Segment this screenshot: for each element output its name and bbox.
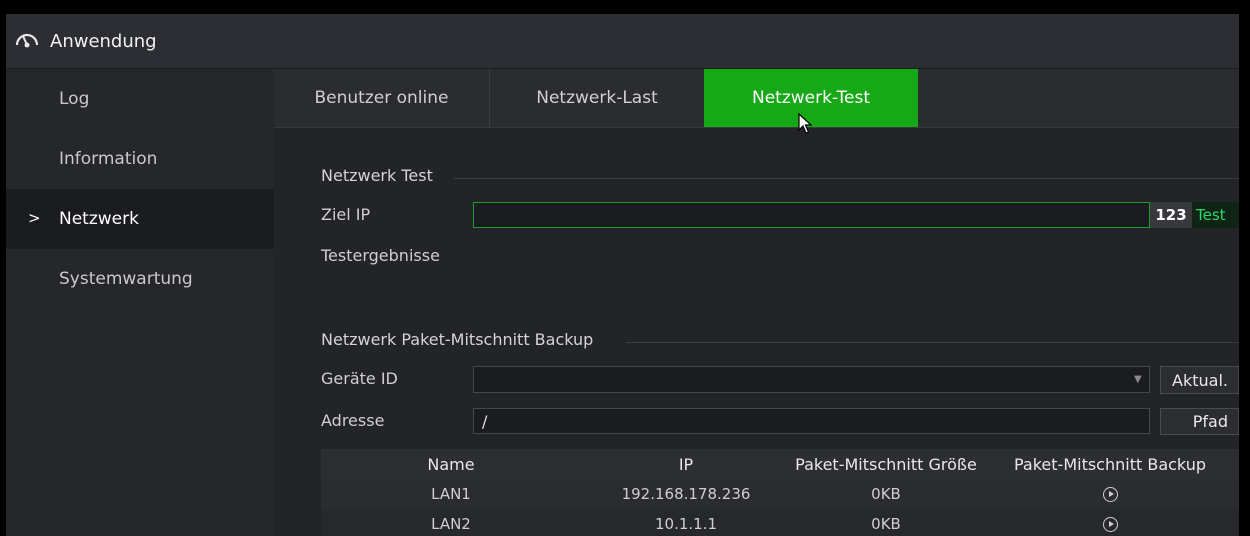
sidebar-item-information[interactable]: Information [6, 129, 274, 189]
row-name: LAN1 [431, 485, 471, 503]
window-title: Anwendung [50, 30, 157, 52]
speedometer-icon [15, 33, 39, 48]
capture-backup-section-title: Netzwerk Paket-Mitschnitt Backup [321, 330, 594, 349]
target-ip-input[interactable] [473, 202, 1150, 228]
column-header-ip: IP [678, 454, 694, 474]
row-ip: 10.1.1.1 [654, 515, 718, 533]
row-ip: 192.168.178.236 [621, 485, 751, 503]
section-divider [454, 178, 1239, 179]
network-test-section-title: Netzwerk Test [321, 166, 433, 185]
sidebar-item-label: Log [59, 89, 90, 109]
table-row: LAN2 10.1.1.1 0KB [321, 509, 1239, 536]
tab-bar: Benutzer online Netzwerk-Last Netzwerk-T… [274, 69, 1239, 134]
app-window: Anwendung Log Information > Netzwerk Sys… [6, 14, 1239, 536]
sidebar: Log Information > Netzwerk Systemwartung [6, 69, 274, 536]
path-button[interactable]: Pfad [1160, 408, 1239, 435]
row-backup-cell [981, 485, 1239, 503]
column-header-size: Paket-Mitschnitt Größe [795, 454, 977, 474]
play-icon[interactable] [1102, 517, 1118, 532]
device-id-select[interactable] [473, 366, 1150, 393]
keyboard-button[interactable]: 123 [1150, 202, 1192, 228]
test-button[interactable]: Test [1192, 202, 1239, 228]
sidebar-item-label: Netzwerk [59, 209, 139, 229]
test-results-label: Testergebnisse [321, 246, 440, 265]
sidebar-item-label: Systemwartung [59, 269, 193, 289]
refresh-button[interactable]: Aktual. [1160, 366, 1239, 394]
device-id-label: Geräte ID [321, 369, 398, 388]
title-bar: Anwendung [6, 14, 1239, 69]
row-size: 0KB [871, 515, 901, 533]
row-size: 0KB [871, 485, 901, 503]
chevron-right-icon: > [28, 209, 41, 227]
row-backup-cell [981, 515, 1239, 533]
main-panel: Benutzer online Netzwerk-Last Netzwerk-T… [274, 69, 1239, 536]
sidebar-item-log[interactable]: Log [6, 69, 274, 129]
capture-table: Name IP Paket-Mitschnitt Größe Paket-Mit… [321, 449, 1239, 536]
section-divider [626, 342, 1239, 343]
table-row: LAN1 192.168.178.236 0KB [321, 479, 1239, 509]
sidebar-item-netzwerk[interactable]: > Netzwerk [6, 189, 274, 249]
column-header-backup: Paket-Mitschnitt Backup [1014, 454, 1206, 474]
sidebar-item-label: Information [59, 149, 158, 169]
mouse-pointer-icon [798, 113, 813, 134]
address-input[interactable] [473, 408, 1150, 434]
tab-benutzer-online[interactable]: Benutzer online [274, 69, 490, 127]
target-ip-label: Ziel IP [321, 205, 371, 224]
row-name: LAN2 [431, 515, 471, 533]
address-label: Adresse [321, 411, 385, 430]
table-header: Name IP Paket-Mitschnitt Größe Paket-Mit… [321, 449, 1239, 479]
dropdown-arrow-icon: ▼ [1134, 374, 1142, 385]
sidebar-item-systemwartung[interactable]: Systemwartung [6, 249, 274, 309]
column-header-name: Name [427, 454, 475, 474]
tab-netzwerk-last[interactable]: Netzwerk-Last [490, 69, 704, 127]
play-icon[interactable] [1102, 487, 1118, 502]
